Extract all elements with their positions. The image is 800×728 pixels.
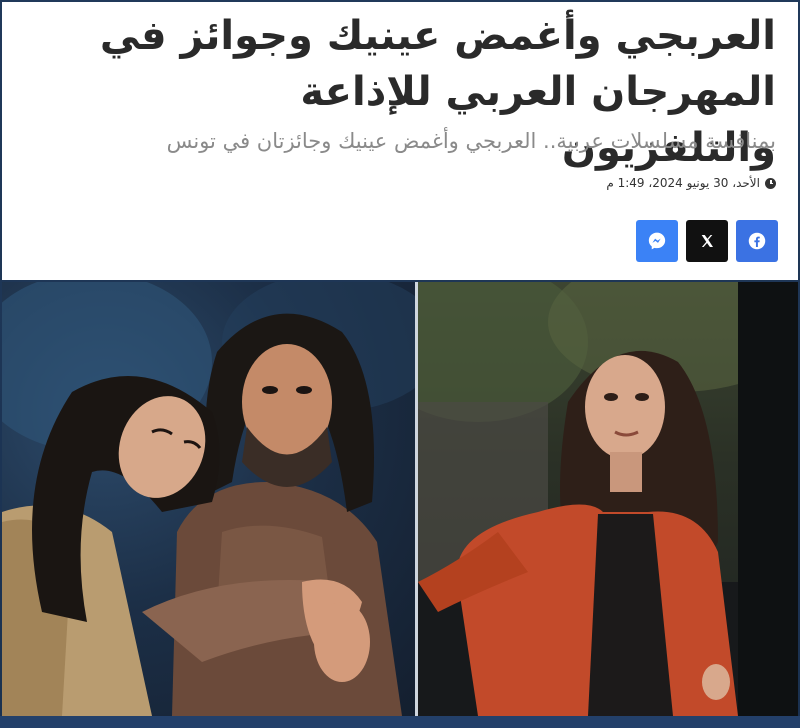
drama-still-couple [2,282,415,716]
x-icon [701,235,713,247]
messenger-share-button[interactable] [636,220,678,262]
drama-still-woman [418,282,798,716]
article-photos [2,282,798,716]
clock-icon [765,177,776,189]
article-subtitle: بمنافسة مسلسلات عربية.. العربجي وأغمض عي… [166,129,776,153]
couple-illustration [2,282,415,716]
footer-band [0,716,800,728]
article-header: العربجي وأغمض عينيك وجوائز في المهرجان ا… [2,2,798,280]
article-meta: الأحد، 30 يونيو 2024، 1:49 م [606,176,776,190]
facebook-icon [748,232,766,250]
facebook-share-button[interactable] [736,220,778,262]
woman-illustration [418,282,798,716]
x-share-button[interactable] [686,220,728,262]
page-frame: العربجي وأغمض عينيك وجوائز في المهرجان ا… [0,0,800,728]
article-date: الأحد، 30 يونيو 2024، 1:49 م [606,176,760,190]
messenger-icon [648,232,666,250]
share-bar [636,220,778,262]
